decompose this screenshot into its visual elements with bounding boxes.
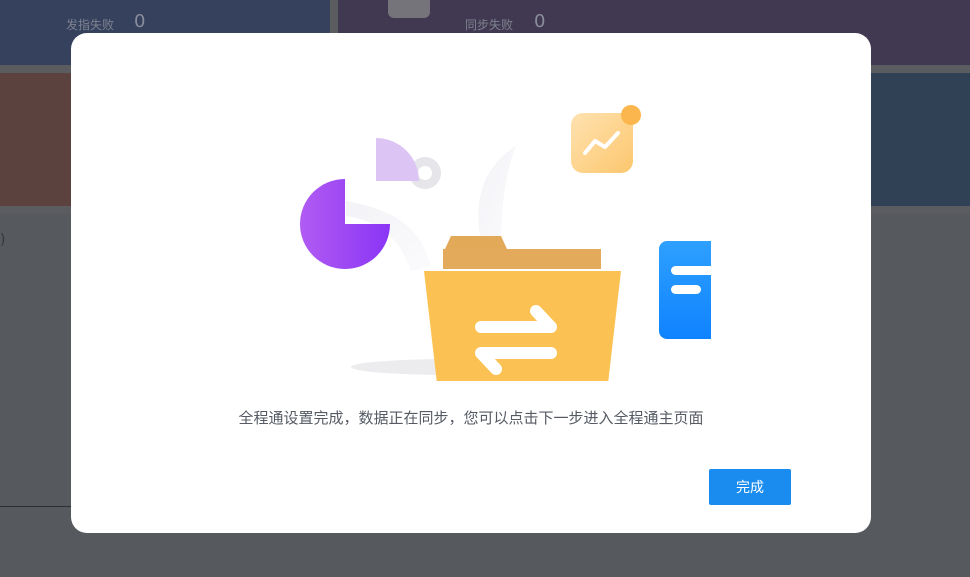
completion-message: 全程通设置完成，数据正在同步，您可以点击下一步进入全程通主页面 <box>238 409 704 427</box>
folder-back <box>443 249 601 269</box>
completion-dialog: 全程通设置完成，数据正在同步，您可以点击下一步进入全程通主页面 完成 <box>71 33 871 533</box>
pie-slice-icon <box>376 138 419 181</box>
ring-icon <box>418 166 432 180</box>
stream <box>478 146 516 246</box>
notification-dot-icon <box>621 105 641 125</box>
pie-chart-icon <box>300 179 390 269</box>
sync-folder-illustration <box>300 105 711 381</box>
done-button[interactable]: 完成 <box>709 469 791 505</box>
folder-tab <box>445 236 507 249</box>
